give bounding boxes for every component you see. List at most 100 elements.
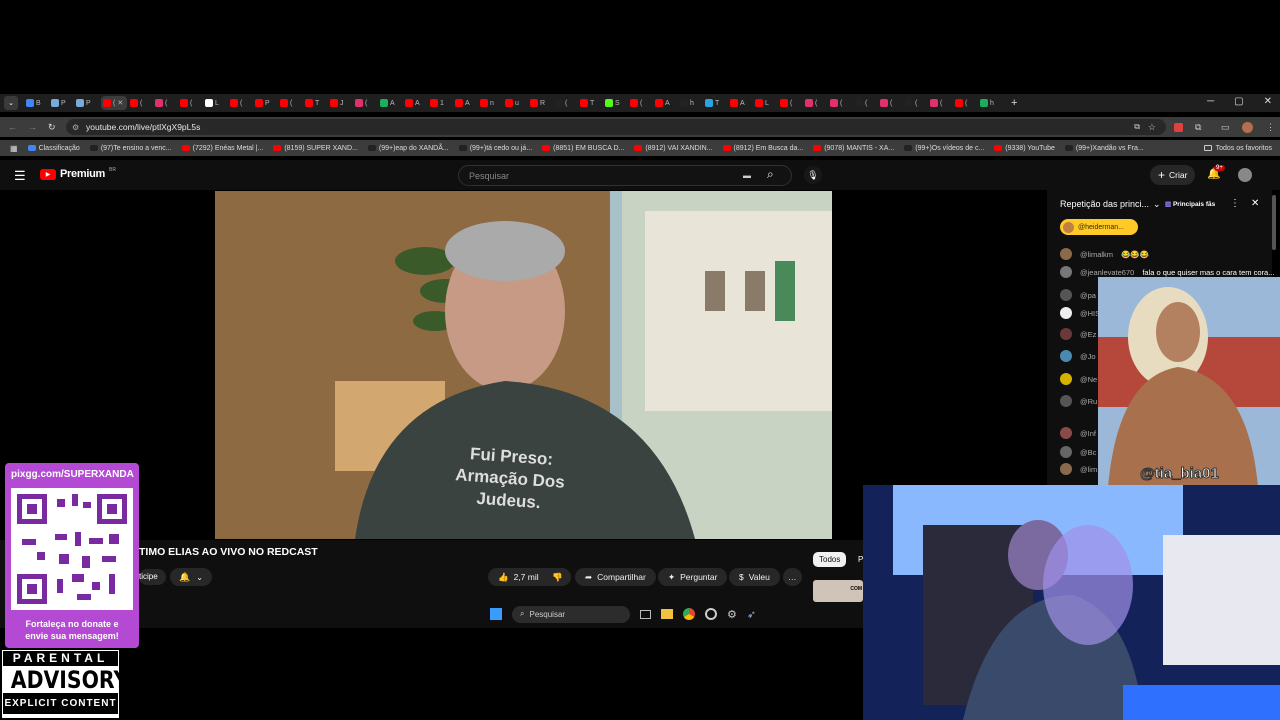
browser-tab[interactable]: ( <box>155 96 177 110</box>
close-window-icon[interactable]: ✕ <box>1264 96 1272 107</box>
minimize-icon[interactable]: ─ <box>1207 96 1214 107</box>
create-button[interactable]: + Criar <box>1150 165 1196 185</box>
chat-message[interactable]: @limalkm 😂😂😂 <box>1060 248 1149 260</box>
browser-tab[interactable]: P <box>255 96 277 110</box>
browser-tab[interactable]: n <box>480 96 502 110</box>
related-video-thumbnail[interactable]: COM <box>813 580 863 602</box>
account-avatar[interactable] <box>1238 168 1252 182</box>
browser-tab[interactable]: R <box>530 96 552 110</box>
video-player[interactable]: Fui Preso: Armação Dos Judeus. <box>215 191 832 539</box>
browser-tab[interactable]: ( <box>805 96 827 110</box>
browser-tab[interactable]: ( <box>230 96 252 110</box>
windows-start-icon[interactable] <box>490 608 502 620</box>
task-view-icon[interactable] <box>640 609 651 619</box>
bookmark-item[interactable]: (99+)Xandão vs Fra... <box>1064 145 1144 152</box>
menu-icon[interactable]: ⋮ <box>1266 122 1275 133</box>
browser-tab[interactable]: ( <box>830 96 852 110</box>
chat-scrollbar[interactable] <box>1272 195 1276 250</box>
browser-tab[interactable]: ( <box>630 96 652 110</box>
tab-search-icon[interactable]: ⌄ <box>4 96 18 110</box>
ask-button[interactable]: ✦ Perguntar <box>658 568 728 586</box>
bookmark-item[interactable]: Classificação <box>27 145 80 152</box>
bookmark-item[interactable]: (7292) Enéas Metal |... <box>181 145 263 152</box>
dislike-icon[interactable]: 👎 <box>552 572 563 583</box>
maximize-icon[interactable]: ▢ <box>1234 96 1243 107</box>
bookmark-item[interactable]: (9338) YouTube <box>994 145 1055 152</box>
top-fans-badge[interactable]: ▥ Principais fãs <box>1165 200 1215 208</box>
extension-icon[interactable]: ▭ <box>1221 122 1230 133</box>
bookmark-item[interactable]: (8159) SUPER XAND... <box>273 145 358 152</box>
browser-tab[interactable]: ( <box>555 96 577 110</box>
browser-tab[interactable]: T <box>580 96 602 110</box>
site-info-icon[interactable]: ⚙ <box>72 123 79 132</box>
bookmark-item[interactable]: (99+)tá cedo ou já... <box>458 145 532 152</box>
search-icon[interactable]: ⌕ <box>767 167 774 182</box>
back-icon[interactable]: ← <box>8 122 17 132</box>
browser-tab[interactable]: (✕ <box>101 96 127 110</box>
bookmark-item[interactable]: (8912) VAI XANDIN... <box>634 145 713 152</box>
pinned-supporter-chip[interactable]: @heiderman... <box>1060 219 1138 235</box>
file-explorer-icon[interactable] <box>661 609 673 619</box>
notify-bell-button[interactable]: 🔔 ⌄ <box>170 568 212 586</box>
filter-chip-all[interactable]: Todos <box>813 552 847 567</box>
obs-icon[interactable] <box>705 608 717 620</box>
extension-icon[interactable] <box>1174 122 1183 132</box>
chat-close-icon[interactable]: ✕ <box>1251 198 1259 209</box>
browser-tab[interactable]: T <box>705 96 727 110</box>
bookmark-item[interactable]: (97)Te ensino a venc... <box>89 145 172 152</box>
browser-tab[interactable]: B <box>26 96 48 110</box>
browser-tab[interactable]: J <box>330 96 352 110</box>
chrome-icon[interactable] <box>683 608 695 620</box>
steam-icon[interactable]: ➶ <box>747 608 756 621</box>
browser-tab[interactable]: ( <box>780 96 802 110</box>
browser-tab[interactable]: h <box>680 96 702 110</box>
browser-tab[interactable]: ( <box>955 96 977 110</box>
search-input[interactable]: Pesquisar ▬ <box>458 165 792 186</box>
more-actions-button[interactable]: … <box>783 568 802 586</box>
close-tab-icon[interactable]: ✕ <box>117 99 123 107</box>
profile-avatar[interactable] <box>1242 121 1253 133</box>
browser-tab[interactable]: T <box>305 96 327 110</box>
hamburger-menu-icon[interactable]: ☰ <box>14 168 26 184</box>
all-bookmarks-folder[interactable]: Todos os favoritos <box>1203 145 1272 152</box>
browser-tab[interactable]: A <box>655 96 677 110</box>
browser-tab[interactable]: L <box>205 96 227 110</box>
bookmark-item[interactable]: (8851) EM BUSCA D... <box>542 145 624 152</box>
browser-tab[interactable]: A <box>730 96 752 110</box>
join-button[interactable]: ticipe <box>139 569 166 585</box>
voice-search-icon[interactable]: 🎙 <box>804 166 822 184</box>
new-tab-button[interactable]: + <box>1011 97 1017 109</box>
bookmark-star-icon[interactable]: ☆ <box>1148 122 1156 133</box>
forward-icon[interactable]: → <box>28 122 37 132</box>
browser-tab[interactable]: ( <box>905 96 927 110</box>
like-button[interactable]: 👍 2,7 mil 👎 <box>488 568 571 586</box>
share-button[interactable]: ➦ Compartilhar <box>575 568 656 586</box>
browser-tab[interactable]: ( <box>930 96 952 110</box>
browser-tab[interactable]: ( <box>355 96 377 110</box>
bookmark-item[interactable]: (99+)Os vídeos de c... <box>904 145 984 152</box>
browser-tab[interactable]: 1 <box>430 96 452 110</box>
browser-tab[interactable]: L <box>755 96 777 110</box>
bookmark-item[interactable]: (99+)eap do XANDÃ... <box>367 145 449 152</box>
browser-tab[interactable]: A <box>405 96 427 110</box>
browser-tab[interactable]: ( <box>130 96 152 110</box>
youtube-logo[interactable]: ▶ Premium BR <box>40 167 116 180</box>
thanks-button[interactable]: $ Valeu <box>729 568 780 586</box>
browser-tab[interactable]: S <box>605 96 627 110</box>
browser-tab[interactable]: ( <box>180 96 202 110</box>
browser-tab[interactable]: A <box>455 96 477 110</box>
browser-tab[interactable]: h <box>980 96 1002 110</box>
keyboard-icon[interactable]: ▬ <box>743 171 751 180</box>
install-app-icon[interactable]: ⧉ <box>1134 122 1140 132</box>
browser-tab[interactable]: u <box>505 96 527 110</box>
settings-gear-icon[interactable]: ⚙ <box>727 608 737 621</box>
browser-tab[interactable]: A <box>380 96 402 110</box>
browser-tab[interactable]: P <box>51 96 73 110</box>
bookmark-item[interactable]: (8912) Em Busca da... <box>722 145 803 152</box>
browser-tab[interactable]: ( <box>880 96 902 110</box>
address-bar[interactable]: ⚙ youtube.com/live/ptlXgX9pL5s ⧉ ☆ <box>66 119 1166 135</box>
chat-menu-icon[interactable]: ⋮ <box>1230 198 1240 209</box>
taskbar-search[interactable]: ⌕ Pesquisar <box>512 605 630 623</box>
browser-tab[interactable]: ( <box>280 96 302 110</box>
browser-tab[interactable]: ( <box>855 96 877 110</box>
